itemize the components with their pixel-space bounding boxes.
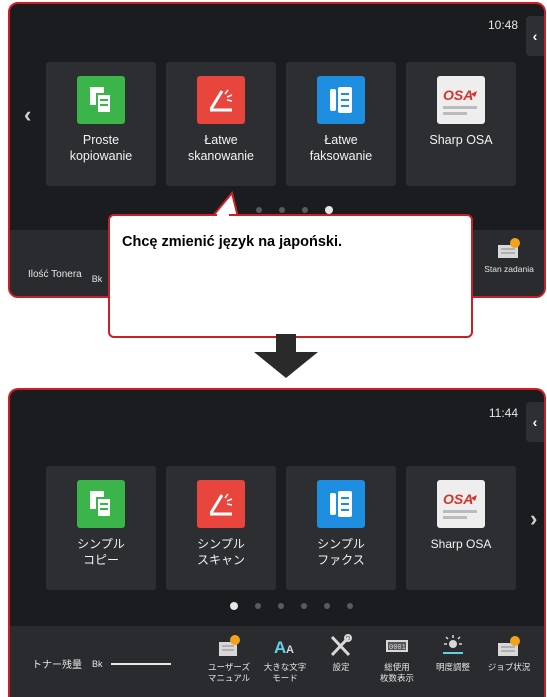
clock: 11:44: [488, 406, 518, 420]
user-manual-button[interactable]: ユーザーズ マニュアル: [200, 632, 258, 684]
settings-button[interactable]: 設定: [312, 632, 370, 673]
tile-label: シンプル スキャン: [196, 537, 245, 567]
button-label: ユーザーズ マニュアル: [207, 662, 251, 683]
tile-simple-copy[interactable]: シンプル コピー: [46, 466, 156, 590]
job-status-icon: [496, 234, 522, 262]
button-label: ジョブ状況: [487, 662, 531, 672]
side-tab-collapse[interactable]: ‹: [526, 16, 544, 56]
page-dot[interactable]: [301, 603, 307, 609]
job-status-label: Stan zadania: [484, 264, 534, 274]
fax-icon: [317, 76, 365, 124]
sharp-osa-icon: OSA: [437, 76, 485, 124]
svg-text:0001: 0001: [389, 644, 406, 652]
svg-text:A: A: [286, 644, 294, 656]
page-dot[interactable]: [279, 207, 285, 213]
toner-level: トナー残量 Bk: [32, 656, 171, 671]
job-status-button[interactable]: Stan zadania: [480, 234, 538, 275]
page-indicator: [256, 206, 333, 214]
large-text-mode-button[interactable]: AA 大きな文字 モード: [256, 632, 314, 684]
tile-simple-fax[interactable]: シンプル ファクス: [286, 466, 396, 590]
svg-text:OSA: OSA: [443, 491, 473, 507]
total-count-button[interactable]: 0001 総使用 枚数表示: [368, 632, 426, 684]
scan-icon: [197, 76, 245, 124]
callout-tail-mask: [217, 212, 229, 222]
down-arrow-icon: [254, 334, 318, 378]
brightness-icon: [440, 632, 466, 660]
brightness-button[interactable]: 明度調整: [424, 632, 482, 673]
button-label: 設定: [332, 662, 350, 672]
tile-sharp-osa[interactable]: OSA Sharp OSA: [406, 62, 516, 186]
button-label: 大きな文字 モード: [263, 662, 307, 683]
tile-label: Łatwe faksowanie: [309, 133, 373, 163]
tile-label: Łatwe skanowanie: [187, 133, 254, 163]
page-dot[interactable]: [347, 603, 353, 609]
clock: 10:48: [487, 18, 518, 32]
toner-level: Ilość Tonera Bk: [28, 264, 103, 285]
toner-color: Bk: [92, 658, 103, 669]
tile-sharp-osa[interactable]: OSA Sharp OSA: [406, 466, 516, 590]
manual-icon: [216, 632, 242, 660]
counter-icon: 0001: [384, 632, 410, 660]
page-indicator: [230, 602, 353, 610]
toner-meter: [110, 662, 171, 665]
scroll-left-arrow[interactable]: ‹: [24, 102, 31, 128]
fax-icon: [317, 480, 365, 528]
page-dot[interactable]: [302, 207, 308, 213]
settings-icon: [328, 632, 354, 660]
side-tab-collapse[interactable]: ‹: [526, 402, 544, 442]
tile-simple-scan[interactable]: シンプル スキャン: [166, 466, 276, 590]
svg-text:OSA: OSA: [443, 87, 473, 103]
page-dot[interactable]: [256, 207, 262, 213]
bottom-screen: 11:44 ‹ › シンプル コピー シンプル スキャン シンプル ファクス O…: [8, 388, 546, 697]
sharp-osa-icon: OSA: [437, 480, 485, 528]
tile-label: Sharp OSA: [429, 133, 493, 147]
speech-bubble: Chcę zmienić język na japoński.: [108, 214, 473, 338]
toner-label: トナー残量: [32, 660, 82, 671]
tile-simple-fax[interactable]: Łatwe faksowanie: [286, 62, 396, 186]
page-dot-active[interactable]: [325, 206, 333, 214]
tile-simple-copy[interactable]: Proste kopiowanie: [46, 62, 156, 186]
toner-label: Ilość Tonera: [28, 268, 82, 280]
tile-label: Proste kopiowanie: [69, 133, 133, 163]
copy-icon: [77, 480, 125, 528]
page-dot[interactable]: [324, 603, 330, 609]
toner-color: Bk: [91, 274, 103, 284]
job-status-icon: [496, 632, 522, 660]
page-dot-active[interactable]: [230, 602, 238, 610]
button-label: 総使用 枚数表示: [379, 662, 414, 683]
button-label: 明度調整: [435, 662, 470, 672]
scroll-right-arrow[interactable]: ›: [530, 506, 537, 532]
tile-label: Sharp OSA: [430, 537, 492, 551]
svg-text:A: A: [274, 638, 286, 657]
copy-icon: [77, 76, 125, 124]
tile-label: シンプル コピー: [77, 537, 125, 567]
speech-bubble-text: Chcę zmienić język na japoński.: [122, 234, 342, 250]
bottom-bar: トナー残量 Bk ユーザーズ マニュアル AA 大きな文字 モード 設定 000…: [10, 626, 544, 697]
job-status-button[interactable]: ジョブ状況: [480, 632, 538, 673]
tile-simple-scan[interactable]: Łatwe skanowanie: [166, 62, 276, 186]
scan-icon: [197, 480, 245, 528]
page-dot[interactable]: [255, 603, 261, 609]
tile-label: シンプル ファクス: [317, 537, 365, 567]
page-dot[interactable]: [278, 603, 284, 609]
large-text-icon: AA: [272, 632, 298, 660]
